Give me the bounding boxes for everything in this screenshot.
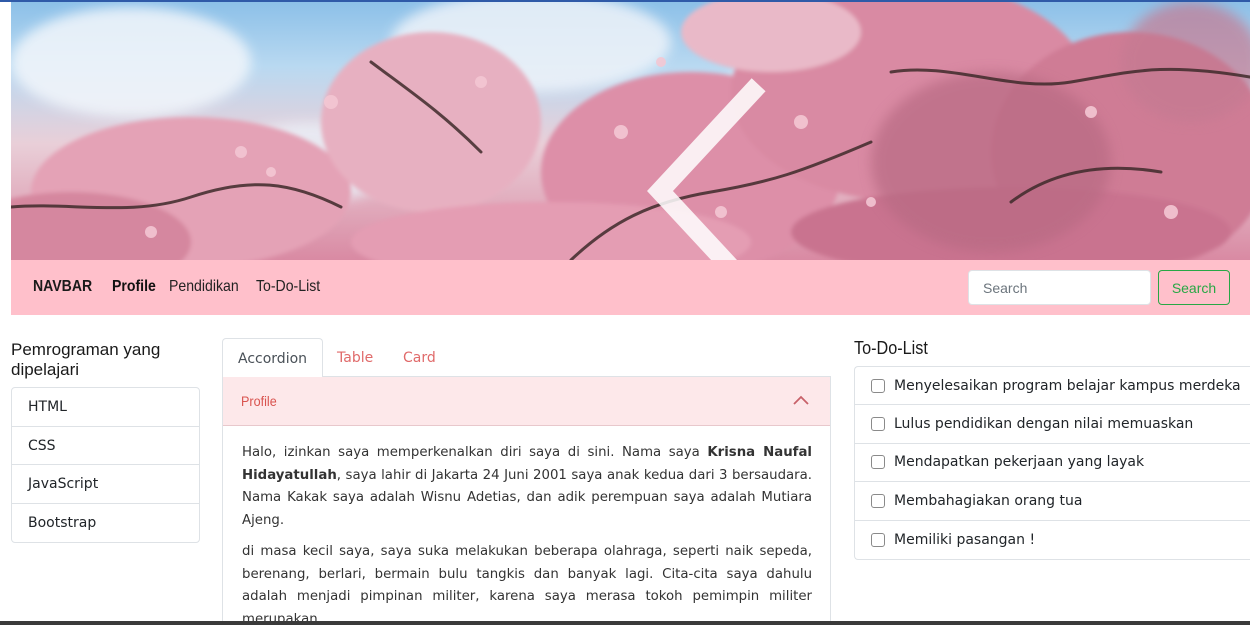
- checkbox[interactable]: [871, 532, 885, 547]
- checkbox[interactable]: [871, 378, 885, 393]
- checkbox[interactable]: [871, 455, 885, 470]
- bottom-divider: [0, 621, 1250, 625]
- navbar: NAVBAR Profile Pendidikan To-Do-List Sea…: [11, 260, 1250, 315]
- chevron-right-icon: [1140, 62, 1250, 260]
- tab-accordion[interactable]: Accordion: [222, 338, 324, 378]
- profile-paragraph-1: Halo, izinkan saya memperkenalkan diri s…: [242, 445, 812, 528]
- todo-item-label: Membahagiakan orang tua: [894, 492, 1083, 509]
- accordion: Profile Halo, izinkan saya memperkenalka…: [222, 377, 831, 625]
- content-tabs: Accordion Table Card: [222, 338, 831, 378]
- todo-title: To-Do-List: [854, 338, 928, 358]
- tab-table[interactable]: Table: [322, 338, 388, 378]
- todo-item-label: Menyelesaikan program belajar kampus mer…: [894, 377, 1241, 394]
- accordion-body: Halo, izinkan saya memperkenalkan diri s…: [223, 426, 830, 625]
- sidebar-title: Pemrograman yang dipelajari: [11, 340, 161, 379]
- navbar-brand[interactable]: NAVBAR: [33, 278, 92, 296]
- todo-item[interactable]: Membahagiakan orang tua: [855, 482, 1250, 521]
- todo-item-label: Mendapatkan pekerjaan yang layak: [894, 454, 1145, 471]
- profile-paragraph-2: di masa kecil saya, saya suka melakukan …: [242, 544, 812, 625]
- todo-item-label: Memiliki pasangan !: [894, 531, 1036, 548]
- todo-item[interactable]: Mendapatkan pekerjaan yang layak: [855, 444, 1250, 483]
- todo-item[interactable]: Memiliki pasangan !: [855, 521, 1250, 559]
- todo-list: Menyelesaikan program belajar kampus mer…: [854, 366, 1250, 560]
- accordion-header-profile[interactable]: Profile: [223, 377, 830, 426]
- tab-card[interactable]: Card: [388, 338, 451, 378]
- search-button[interactable]: Search: [1158, 270, 1230, 305]
- chevron-left-icon: [647, 78, 766, 260]
- checkbox[interactable]: [871, 417, 885, 432]
- chevron-up-icon: [793, 395, 809, 405]
- todo-item[interactable]: Menyelesaikan program belajar kampus mer…: [855, 367, 1250, 406]
- nav-link-profile[interactable]: Profile: [112, 278, 156, 296]
- hero-carousel: [11, 2, 1250, 260]
- carousel-prev-button[interactable]: [86, 62, 766, 260]
- skills-list: HTML CSS JavaScript Bootstrap: [11, 387, 200, 543]
- checkbox[interactable]: [871, 493, 885, 508]
- list-item-css[interactable]: CSS: [12, 427, 199, 465]
- nav-link-todo-list[interactable]: To-Do-List: [256, 278, 320, 296]
- accordion-header-label: Profile: [241, 393, 277, 409]
- list-item-javascript[interactable]: JavaScript: [12, 465, 199, 504]
- list-item-bootstrap[interactable]: Bootstrap: [12, 504, 199, 543]
- carousel-next-button[interactable]: [1140, 62, 1180, 102]
- list-item-html[interactable]: HTML: [12, 388, 199, 427]
- todo-item[interactable]: Lulus pendidikan dengan nilai memuaskan: [855, 405, 1250, 444]
- todo-item-label: Lulus pendidikan dengan nilai memuaskan: [894, 416, 1194, 433]
- nav-link-pendidikan[interactable]: Pendidikan: [169, 278, 239, 296]
- search-input[interactable]: [968, 270, 1151, 305]
